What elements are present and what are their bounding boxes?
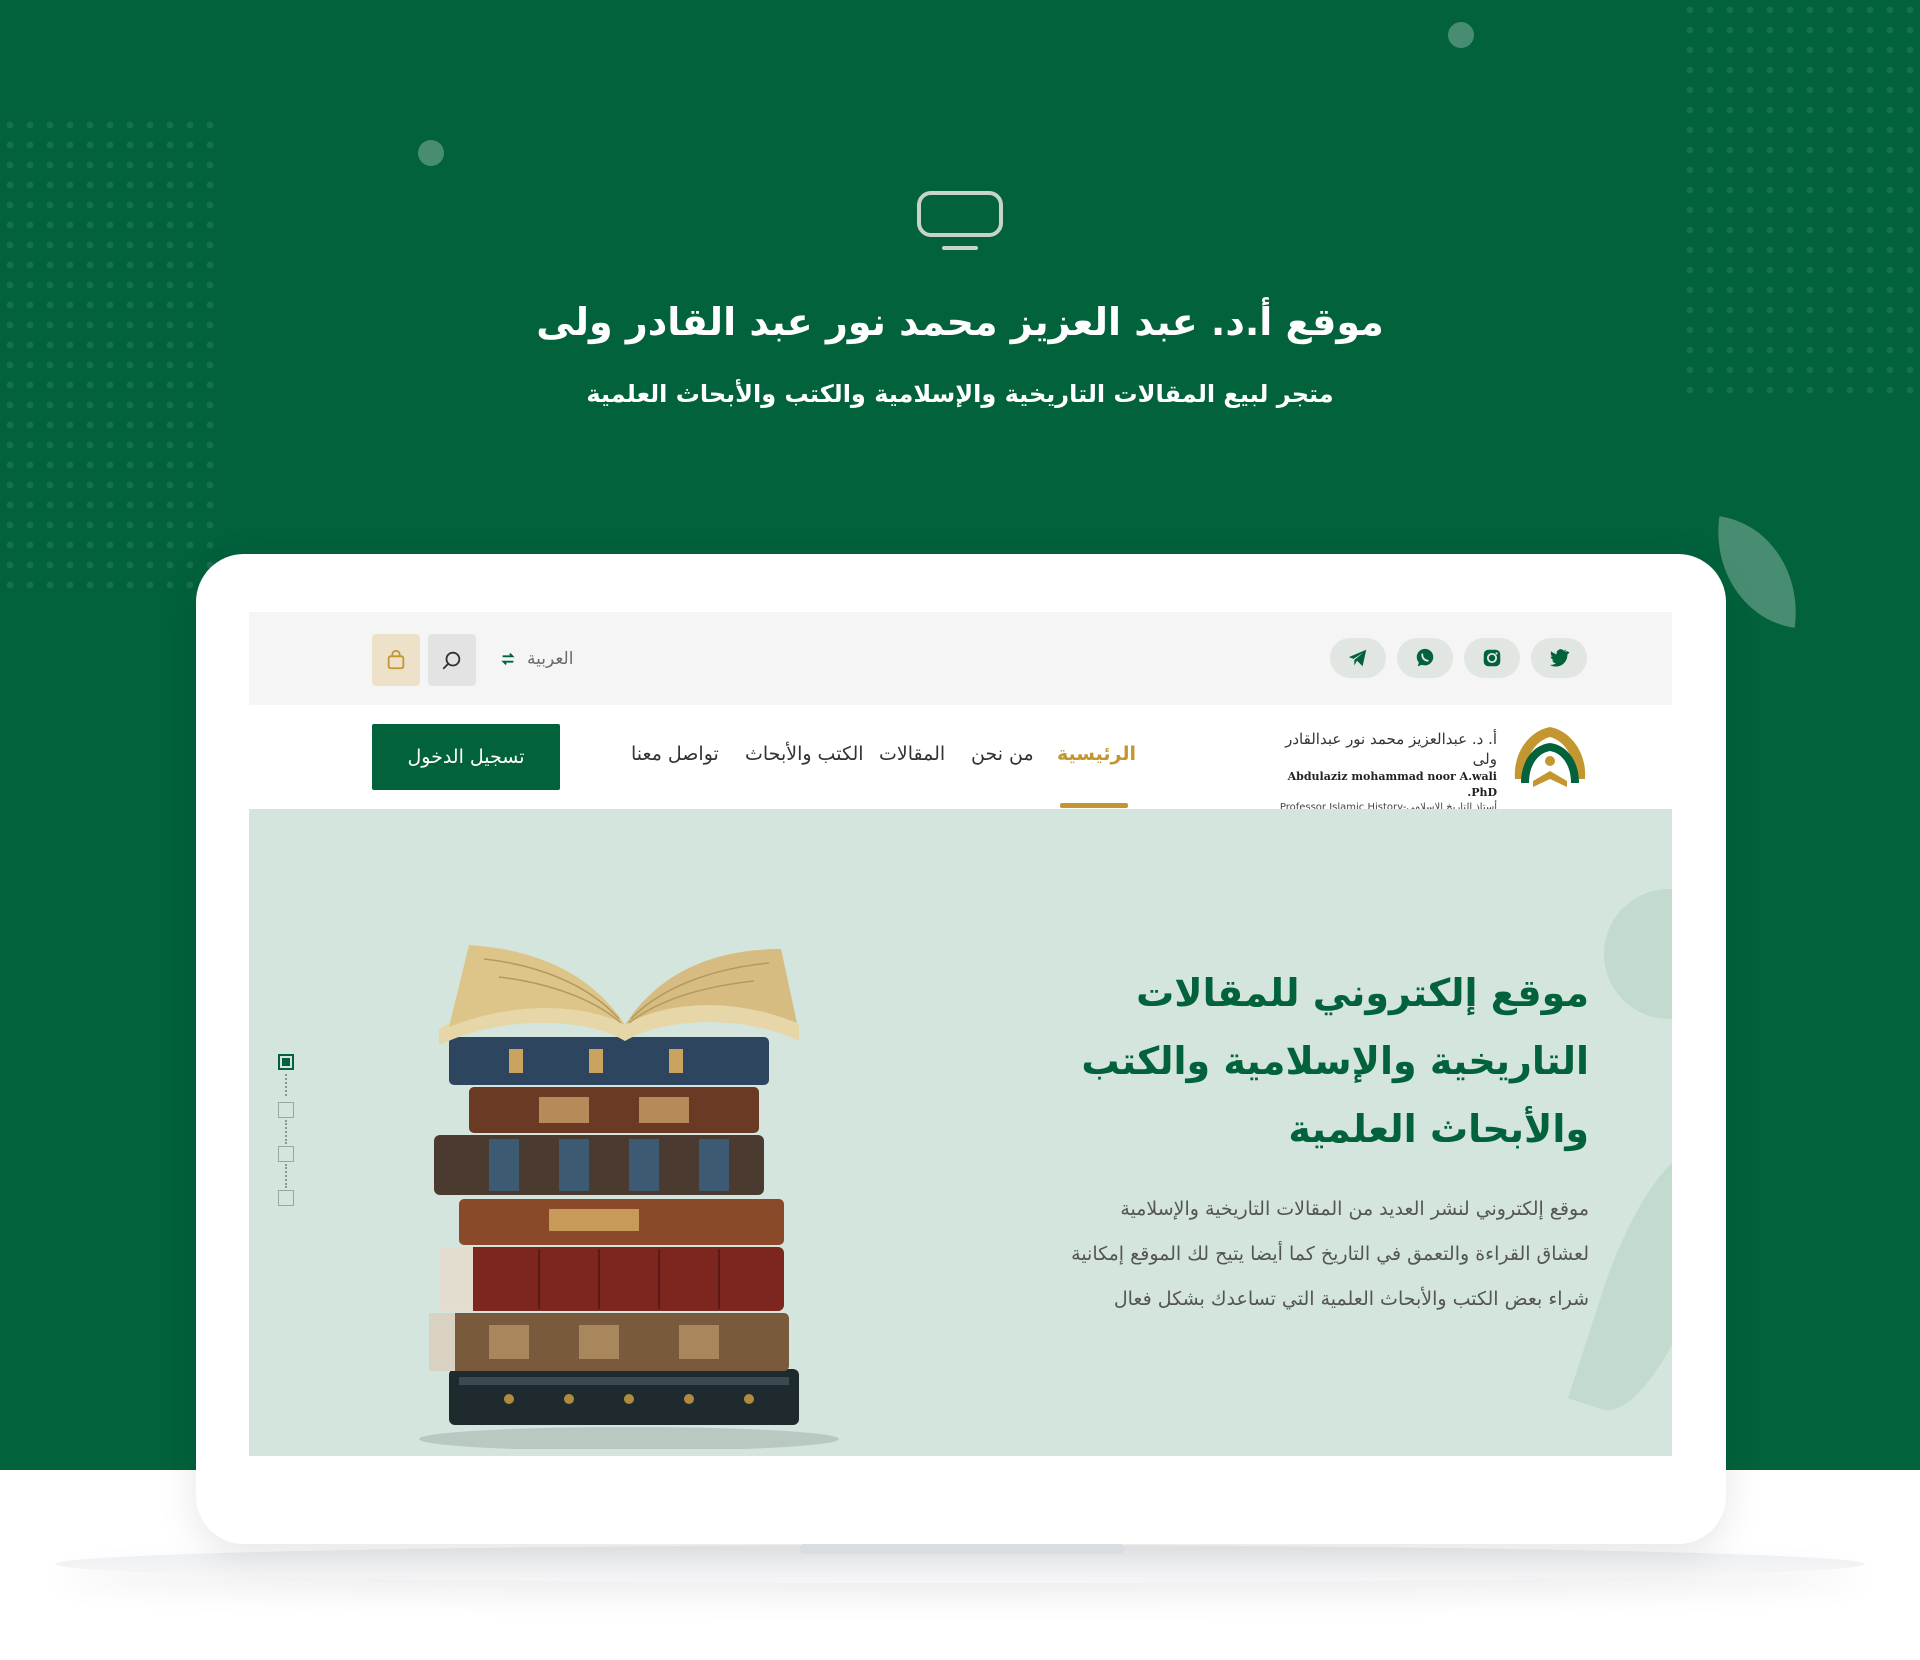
- decorative-bubble: [418, 140, 444, 166]
- instagram-button[interactable]: [1464, 638, 1520, 678]
- slider-connector: [285, 1120, 287, 1144]
- page-title: موقع أ.د. عبد العزيز محمد نور عبد القادر…: [536, 300, 1384, 344]
- nav-item-contact[interactable]: تواصل معنا: [631, 743, 719, 765]
- logo-emblem-icon[interactable]: [1509, 723, 1591, 791]
- search-button[interactable]: [428, 634, 476, 686]
- decorative-dot-grid-right: [1680, 0, 1920, 395]
- book-stack-image: [419, 945, 839, 1449]
- login-button[interactable]: تسجيل الدخول: [372, 724, 560, 790]
- twitter-icon: [1549, 649, 1570, 667]
- hero-heading-line: والأبحاث العلمية: [1288, 1107, 1589, 1151]
- active-nav-indicator: [1060, 803, 1128, 808]
- hero-heading-line: التاريخية والإسلامية والكتب: [1081, 1039, 1589, 1083]
- decorative-bubble: [1448, 22, 1474, 48]
- slider-connector: [285, 1164, 287, 1188]
- language-switcher[interactable]: العربية: [499, 644, 599, 674]
- search-icon: [442, 651, 461, 670]
- hero-description: موقع إلكتروني لنشر العديد من المقالات ال…: [949, 1187, 1589, 1322]
- logo-english-name: Abdulaziz mohammad noor A.wali .PhD: [1287, 770, 1497, 799]
- website-preview: العربية تسجيل الدخول تواصل معنا الكتب وا…: [249, 612, 1672, 1456]
- nav-item-articles[interactable]: المقالات: [879, 743, 945, 765]
- slider-dot[interactable]: [278, 1102, 294, 1118]
- hero-text-line: شراء بعض الكتب والأبحاث العلمية التي تسا…: [1113, 1288, 1589, 1310]
- slider-dot-active[interactable]: [278, 1054, 294, 1070]
- decorative-dot-grid-left: [0, 115, 215, 600]
- decorative-leaf: [1604, 889, 1672, 1019]
- slider-dot[interactable]: [278, 1146, 294, 1162]
- telegram-button[interactable]: [1330, 638, 1386, 678]
- site-logo-text[interactable]: أ. د. عبدالعزيز محمد نور عبدالقادر ولى A…: [1269, 729, 1497, 813]
- slider-connector: [285, 1074, 287, 1096]
- hero-text-line: موقع إلكتروني لنشر العديد من المقالات ال…: [1120, 1198, 1589, 1220]
- swap-icon: [501, 652, 515, 666]
- twitter-button[interactable]: [1531, 638, 1587, 678]
- slider-pagination: [275, 1054, 299, 1224]
- telegram-icon: [1348, 649, 1367, 667]
- presentation-stage: موقع أ.د. عبد العزيز محمد نور عبد القادر…: [0, 0, 1920, 1660]
- slider-dot[interactable]: [278, 1190, 294, 1206]
- main-navigation: تسجيل الدخول تواصل معنا الكتب والأبحاث ا…: [249, 705, 1672, 813]
- cart-button[interactable]: [372, 634, 420, 686]
- whatsapp-icon: [1416, 648, 1434, 667]
- laptop-notch: [800, 1544, 1124, 1554]
- monitor-icon: [917, 191, 1003, 250]
- hero-section: موقع إلكتروني للمقالات التاريخية والإسلا…: [249, 809, 1672, 1456]
- hero-text-line: لعشاق القراءة والتعمق في التاريخ كما أيض…: [1071, 1243, 1589, 1265]
- whatsapp-button[interactable]: [1397, 638, 1453, 678]
- page-subtitle: متجر لبيع المقالات التاريخية والإسلامية …: [586, 380, 1334, 408]
- nav-item-about[interactable]: من نحن: [971, 743, 1034, 765]
- logo-arabic-name: أ. د. عبدالعزيز محمد نور عبدالقادر ولى: [1285, 730, 1497, 768]
- hero-heading-line: موقع إلكتروني للمقالات: [1136, 971, 1589, 1015]
- nav-item-books-research[interactable]: الكتب والأبحاث: [745, 743, 864, 765]
- top-bar: العربية: [249, 612, 1672, 705]
- nav-item-home[interactable]: الرئيسية: [1057, 743, 1136, 765]
- instagram-icon: [1483, 649, 1501, 667]
- hero-heading: موقع إلكتروني للمقالات التاريخية والإسلا…: [949, 959, 1589, 1163]
- language-label: العربية: [527, 649, 574, 669]
- shopping-bag-icon: [387, 649, 405, 670]
